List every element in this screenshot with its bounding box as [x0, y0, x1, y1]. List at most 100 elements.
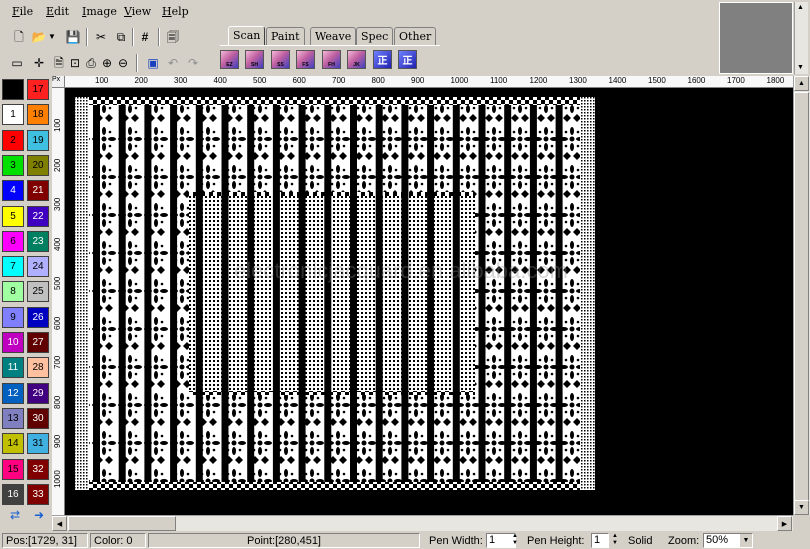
chevron-down-icon[interactable]: ▼: [740, 534, 752, 547]
tab-scan[interactable]: Scan: [228, 26, 266, 45]
menu-file[interactable]: File: [12, 5, 33, 18]
palette-swatch[interactable]: 26: [27, 306, 49, 328]
select-icon[interactable]: ▣: [144, 54, 162, 72]
copy-icon[interactable]: ⧉: [112, 28, 130, 46]
ruler-tick-label: 800: [371, 76, 385, 85]
watermark-text: electronicjacquard.en.alibaba.com: [234, 258, 568, 283]
design-canvas[interactable]: electronicjacquard.en.alibaba.com: [65, 88, 793, 515]
ruler-tick-label: 800: [53, 395, 62, 409]
weave-tool-2-icon[interactable]: 正: [398, 50, 417, 69]
ruler-tick-label: 100: [95, 76, 109, 85]
stripe: [350, 97, 357, 490]
palette-swatch[interactable]: 7: [2, 256, 24, 278]
palette-swatch[interactable]: 31: [27, 433, 49, 455]
palette-swatch[interactable]: 18: [27, 104, 49, 126]
pen-height-input[interactable]: 1: [591, 533, 609, 548]
tab-strip: Scan Paint Weave Spec Other: [224, 26, 438, 45]
menu-edit[interactable]: Edit: [46, 5, 69, 18]
print-preview-icon[interactable]: 🗐: [164, 28, 182, 46]
weave-tool-1-icon[interactable]: 正: [373, 50, 392, 69]
scan-fh-icon[interactable]: FH: [322, 50, 341, 69]
palette-swatch[interactable]: 12: [2, 382, 24, 404]
scan-sh-icon[interactable]: SH: [245, 50, 264, 69]
palette-swatch[interactable]: 24: [27, 256, 49, 278]
zoom-out-icon[interactable]: ⊖: [114, 54, 132, 72]
pen-width-spinner-icon[interactable]: ▲ ▼: [510, 533, 520, 548]
scan-tools-panel: EZ SH SS FS FH JK 正 正: [220, 45, 440, 73]
palette-swatch[interactable]: 27: [27, 332, 49, 353]
palette-swatch[interactable]: 10: [2, 332, 24, 353]
palette-swatch[interactable]: 23: [27, 230, 49, 252]
palette-swatch[interactable]: 11: [2, 357, 24, 379]
scroll-up-icon[interactable]: ▲: [797, 4, 804, 11]
palette-swap-icon[interactable]: ⇄: [6, 506, 24, 524]
pen-height-spinner-icon[interactable]: ▲ ▼: [610, 533, 620, 548]
tab-other[interactable]: Other: [394, 27, 437, 45]
screen-icon[interactable]: ▭: [8, 54, 26, 72]
preview-thumbnail[interactable]: [719, 2, 793, 74]
palette-next-icon[interactable]: ➜: [30, 506, 48, 524]
palette-swatch[interactable]: 1: [2, 104, 24, 126]
vertical-scroll-thumb[interactable]: [794, 92, 809, 502]
scan-ez-icon[interactable]: EZ: [220, 50, 239, 69]
stripe: [529, 97, 537, 490]
crosshair-icon[interactable]: ✛: [30, 54, 48, 72]
grid-icon[interactable]: #: [136, 28, 154, 46]
ruler-tick-label: 900: [411, 76, 425, 85]
save-icon[interactable]: 💾: [64, 28, 82, 46]
menu-image[interactable]: Image: [82, 5, 117, 18]
stripe: [247, 97, 255, 490]
palette-swatch[interactable]: 4: [2, 180, 24, 202]
tab-spec[interactable]: Spec: [356, 27, 394, 45]
palette-swatch[interactable]: 29: [27, 382, 49, 404]
palette-swatch[interactable]: 30: [27, 407, 49, 429]
palette-swatch[interactable]: 25: [27, 281, 49, 303]
palette-swatch[interactable]: 28: [27, 357, 49, 379]
palette-swatch[interactable]: 5: [2, 205, 24, 227]
horizontal-scrollbar[interactable]: ◀ ▶: [52, 515, 793, 531]
new-file-icon[interactable]: 🗋: [10, 28, 28, 46]
ruler-tick-label: 1600: [687, 76, 706, 85]
scan-ss-icon[interactable]: SS: [271, 50, 290, 69]
palette-swatch[interactable]: 3: [2, 154, 24, 176]
menu-help[interactable]: Help: [162, 5, 189, 18]
palette-swatch[interactable]: 16: [2, 483, 24, 505]
stripe: [401, 97, 409, 490]
menu-view[interactable]: View: [124, 5, 151, 18]
vertical-scrollbar[interactable]: ▲ ▼: [793, 76, 810, 515]
palette-swatch[interactable]: 14: [2, 433, 24, 455]
tab-weave[interactable]: Weave: [310, 27, 357, 45]
palette-swatch[interactable]: 2: [2, 129, 24, 151]
scroll-down-icon[interactable]: ▼: [794, 500, 809, 515]
palette-swatch[interactable]: 6: [2, 230, 24, 252]
tab-paint[interactable]: Paint: [266, 27, 305, 45]
cut-icon[interactable]: ✂: [92, 28, 110, 46]
palette-swatch[interactable]: 22: [27, 205, 49, 227]
palette-swatch[interactable]: 17: [27, 79, 49, 100]
zoom-select[interactable]: 50% ▼: [703, 533, 753, 548]
preview-scrollbar[interactable]: ▲ ▼: [794, 2, 808, 74]
palette-swatch[interactable]: 19: [27, 129, 49, 151]
palette-swatch[interactable]: 32: [27, 458, 49, 480]
palette-swatch[interactable]: 21: [27, 180, 49, 202]
horizontal-scroll-thumb[interactable]: [68, 516, 176, 531]
palette-swatch[interactable]: 33: [27, 483, 49, 505]
palette-swatch[interactable]: 15: [2, 458, 24, 480]
scroll-up-icon[interactable]: ▲: [794, 76, 809, 91]
palette-swatch[interactable]: 13: [2, 407, 24, 429]
palette-swatch[interactable]: 8: [2, 281, 24, 303]
scroll-down-icon[interactable]: ▼: [797, 64, 804, 71]
undo-icon[interactable]: ↶: [164, 54, 182, 72]
stripe: [170, 97, 178, 490]
stripe: [427, 97, 435, 490]
scan-fs-icon[interactable]: FS: [296, 50, 315, 69]
scroll-left-icon[interactable]: ◀: [52, 516, 67, 531]
line-style[interactable]: Solid: [628, 535, 652, 547]
palette-swatch[interactable]: 20: [27, 154, 49, 176]
redo-icon[interactable]: ↷: [184, 54, 202, 72]
scan-jk-icon[interactable]: JK: [347, 50, 366, 69]
scroll-right-icon[interactable]: ▶: [777, 516, 792, 531]
palette-swatch[interactable]: [2, 79, 24, 100]
palette-swatch[interactable]: 9: [2, 306, 24, 328]
dropdown-arrow-icon[interactable]: ▼: [46, 28, 58, 46]
